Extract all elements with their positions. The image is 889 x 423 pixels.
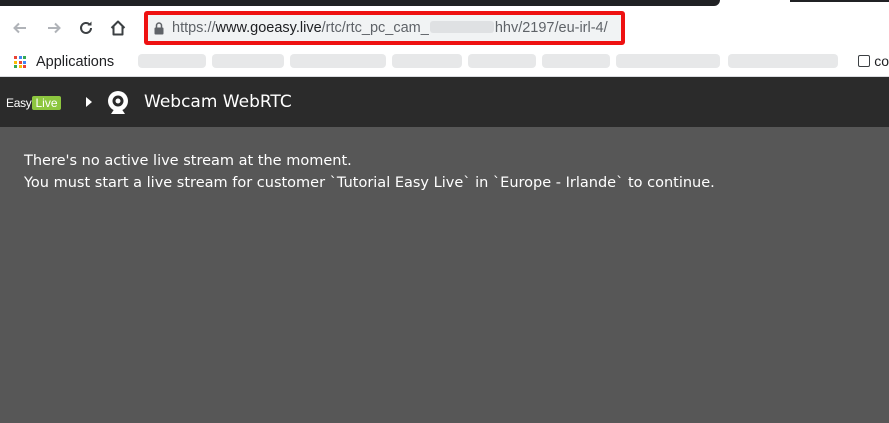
back-arrow-icon: [13, 22, 26, 34]
reload-button[interactable]: [74, 16, 98, 40]
reload-icon: [80, 21, 92, 34]
logo-live-text: Live: [32, 96, 61, 110]
address-bar[interactable]: https://www.goeasy.live/rtc/rtc_pc_cam_ h…: [144, 11, 625, 45]
message-line-1: There's no active live stream at the mom…: [24, 153, 352, 169]
url-text: https://www.goeasy.live/rtc/rtc_pc_cam_ h…: [172, 20, 608, 36]
lock-icon: [154, 21, 166, 35]
url-scheme: https://: [172, 20, 216, 36]
home-icon: [110, 20, 126, 36]
apps-label: Applications: [36, 54, 115, 70]
no-stream-message: There's no active live stream at the mom…: [24, 150, 715, 194]
url-redacted: [429, 21, 494, 33]
bookmark-partial-label: co: [874, 53, 889, 69]
page-title: Webcam WebRTC: [144, 92, 292, 112]
tab-strip-dark: [0, 0, 720, 6]
home-button[interactable]: [106, 16, 130, 40]
bookmark-redacted[interactable]: [392, 54, 462, 68]
bookmark-partial[interactable]: co: [858, 53, 889, 69]
browser-tab-strip: [0, 0, 889, 8]
bookmark-redacted[interactable]: [542, 54, 610, 68]
caret-right-icon: [86, 97, 92, 107]
webcam-icon: [108, 91, 128, 114]
bookmark-redacted[interactable]: [728, 54, 838, 68]
apps-grid-icon: [14, 56, 26, 68]
forward-button[interactable]: [42, 16, 66, 40]
bookmark-favicon-icon: [858, 55, 871, 67]
main-content: There's no active live stream at the mom…: [0, 127, 889, 423]
bookmark-redacted[interactable]: [138, 54, 206, 68]
tab-strip-dark-right: [790, 0, 889, 2]
bookmark-redacted[interactable]: [616, 54, 720, 68]
logo-easy-text: Easy: [6, 96, 32, 110]
url-host: www.goeasy.live: [215, 20, 322, 36]
message-line-2: You must start a live stream for custome…: [24, 175, 715, 191]
apps-bookmark[interactable]: Applications: [14, 54, 114, 70]
url-path-end: hhv/2197/eu-irl-4/: [494, 20, 608, 36]
bookmark-redacted[interactable]: [468, 54, 536, 68]
bookmark-redacted[interactable]: [212, 54, 284, 68]
back-button[interactable]: [8, 16, 32, 40]
url-path-start: /rtc/rtc_pc_cam_: [321, 20, 429, 36]
forward-arrow-icon: [48, 22, 61, 34]
browser-toolbar: https://www.goeasy.live/rtc/rtc_pc_cam_ h…: [0, 8, 889, 46]
app-header: Easy Live Webcam WebRTC: [0, 77, 889, 127]
easylive-logo[interactable]: Easy Live: [6, 94, 61, 112]
bookmarks-bar: Applications co: [0, 46, 889, 77]
bookmark-redacted[interactable]: [290, 54, 386, 68]
